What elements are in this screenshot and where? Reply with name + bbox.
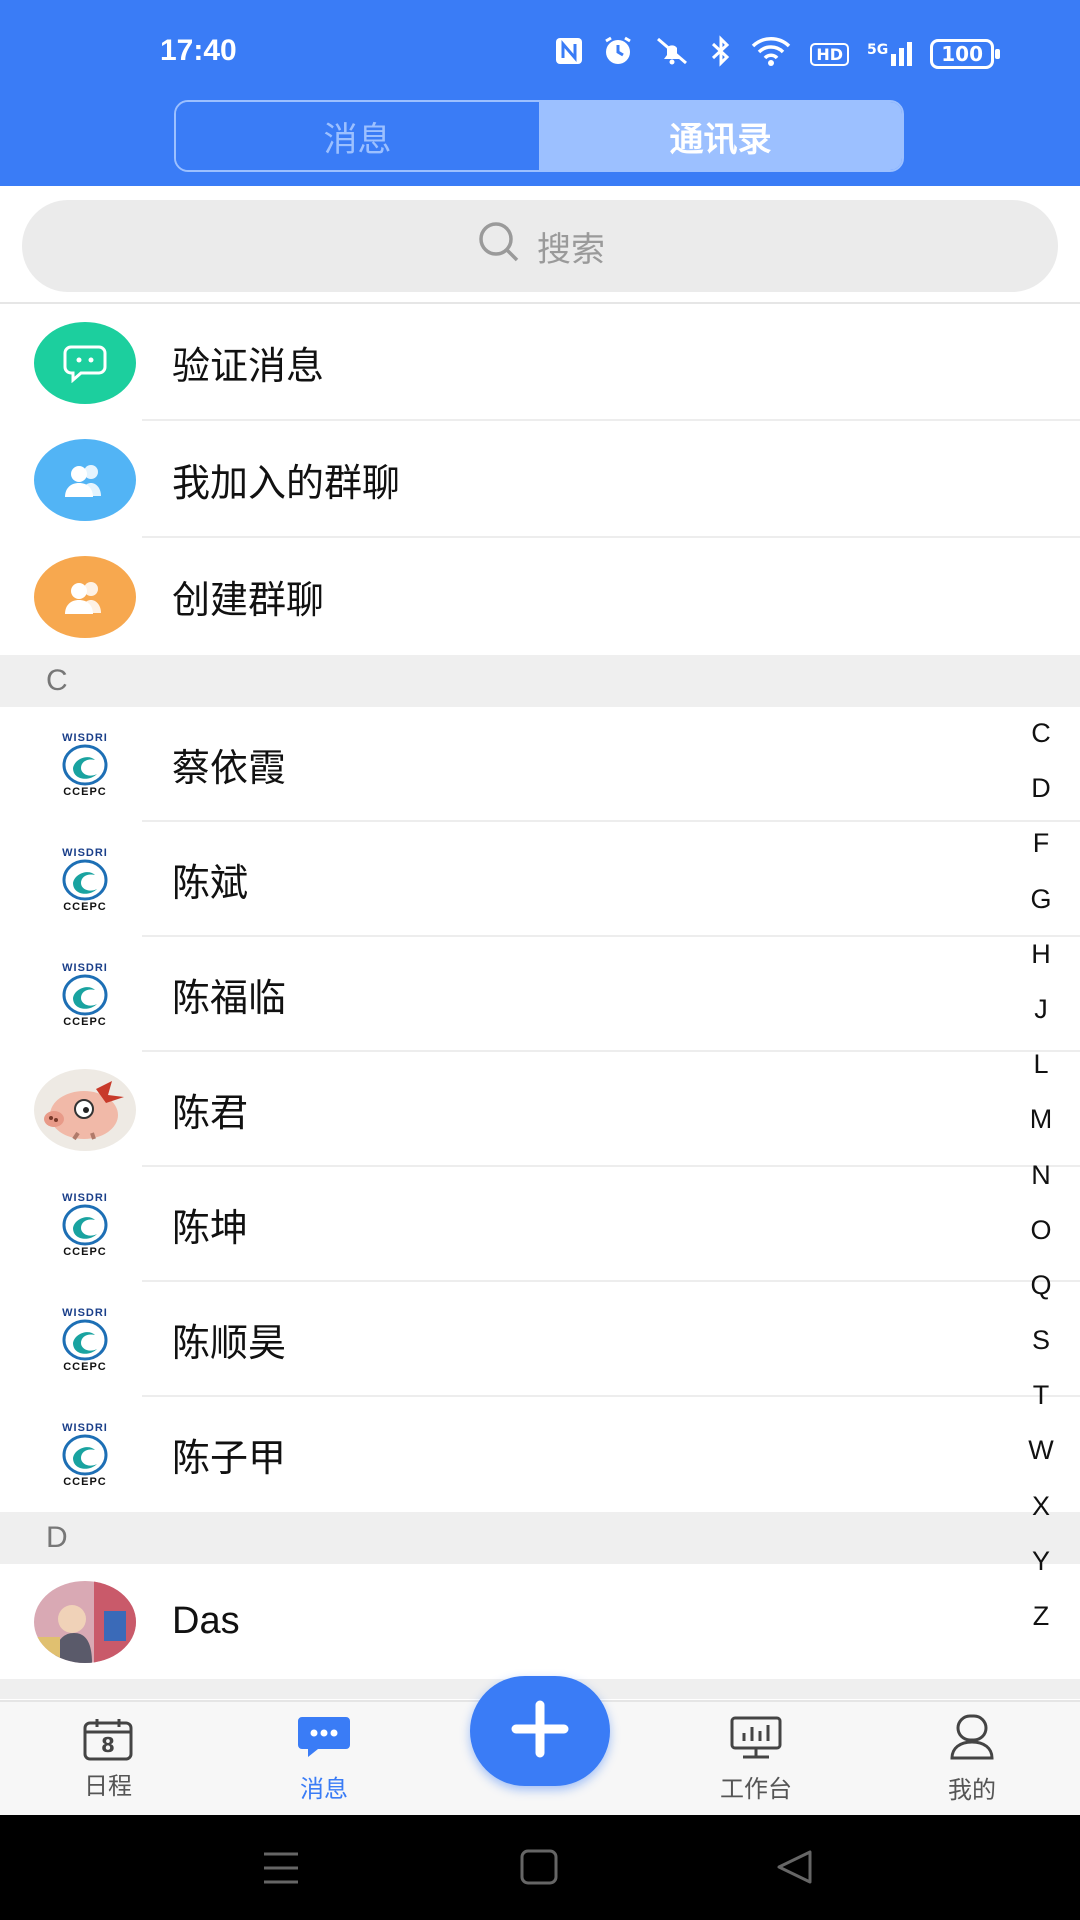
index-letter[interactable]: F — [1033, 816, 1050, 871]
app-header: 17:40 HD 5G 100 消息 通讯录 — [0, 0, 1080, 186]
tab-messages[interactable]: 消息 — [176, 102, 539, 170]
index-letter[interactable]: X — [1032, 1479, 1050, 1534]
contact-name: 陈斌 — [172, 861, 249, 905]
contact-row[interactable]: WISDRI CCEPC 陈顺昊 — [0, 1282, 1080, 1397]
index-letter[interactable]: C — [1031, 706, 1051, 761]
nav-workbench[interactable]: 工作台 — [686, 1702, 826, 1817]
nav-label: 日程 — [84, 1772, 132, 1800]
contact-name: 蔡依霞 — [172, 746, 287, 790]
user-icon — [948, 1714, 996, 1766]
tab-contacts[interactable]: 通讯录 — [539, 102, 902, 170]
index-letter[interactable]: D — [1031, 761, 1051, 816]
add-button[interactable] — [470, 1676, 610, 1786]
contact-name: 陈福临 — [172, 976, 287, 1020]
list-item-label: 我加入的群聊 — [172, 461, 401, 505]
pig-avatar — [34, 1068, 136, 1151]
contact-name: 陈子甲 — [172, 1436, 287, 1480]
plus-icon — [510, 1699, 570, 1763]
index-letter[interactable]: L — [1033, 1037, 1048, 1092]
index-letter[interactable]: T — [1033, 1368, 1050, 1423]
index-letter[interactable]: W — [1028, 1423, 1053, 1478]
nav-schedule[interactable]: 8 日程 — [38, 1702, 178, 1817]
status-time: 17:40 — [160, 34, 237, 67]
bluetooth-icon — [710, 34, 732, 74]
contact-name: 陈君 — [172, 1091, 249, 1135]
search-input[interactable]: 搜索 — [22, 200, 1058, 292]
contact-row[interactable]: WISDRI CCEPC 陈坤 — [0, 1167, 1080, 1282]
company-logo-avatar: WISDRI CCEPC — [62, 961, 108, 1028]
menu-icon[interactable] — [262, 1851, 300, 1889]
nav-label: 消息 — [300, 1775, 348, 1803]
group-icon — [34, 438, 136, 521]
contact-row[interactable]: WISDRI CCEPC 陈子甲 — [0, 1397, 1080, 1512]
alphabet-index[interactable]: C D F G H J L M N O Q S T W X Y Z — [1016, 706, 1066, 1644]
nav-mine[interactable]: 我的 — [902, 1702, 1042, 1817]
nav-messages[interactable]: 消息 — [254, 1702, 394, 1817]
chat-bubble-icon — [34, 321, 136, 404]
nav-label: 工作台 — [720, 1775, 792, 1803]
group-add-icon — [34, 555, 136, 638]
section-header-c: C — [0, 655, 1080, 707]
contact-name: 陈顺昊 — [172, 1321, 287, 1365]
index-letter[interactable]: N — [1031, 1148, 1051, 1203]
search-placeholder: 搜索 — [537, 229, 605, 270]
bell-off-icon — [652, 35, 692, 74]
section-header-d: D — [0, 1512, 1080, 1564]
index-letter[interactable]: O — [1030, 1203, 1051, 1258]
index-letter[interactable]: H — [1031, 927, 1051, 982]
wifi-icon — [750, 35, 792, 74]
contact-row[interactable]: WISDRI CCEPC 蔡依霞 — [0, 707, 1080, 822]
nav-label: 我的 — [948, 1776, 996, 1804]
list-item-create-group[interactable]: 创建群聊 — [0, 538, 1080, 655]
nfc-icon — [554, 36, 584, 73]
contact-name: Das — [172, 1600, 240, 1642]
contact-row[interactable]: Das — [0, 1564, 1080, 1679]
contact-name: 陈坤 — [172, 1206, 249, 1250]
status-icons: HD 5G 100 — [554, 34, 1000, 74]
signal-icon: 5G — [867, 42, 913, 66]
company-logo-avatar: WISDRI CCEPC — [62, 731, 108, 798]
company-logo-avatar: WISDRI CCEPC — [62, 1306, 108, 1373]
contact-row[interactable]: 陈君 — [0, 1052, 1080, 1167]
company-logo-avatar: WISDRI CCEPC — [62, 1191, 108, 1258]
alarm-icon — [602, 35, 634, 74]
index-letter[interactable]: S — [1032, 1313, 1050, 1368]
hd-badge: HD — [810, 42, 850, 66]
dashboard-icon — [729, 1715, 783, 1765]
contact-list: 验证消息 我加入的群聊 创建群聊 C WISDRI CCEPC 蔡依霞 WISD… — [0, 304, 1080, 1699]
battery-indicator: 100 — [930, 39, 1000, 69]
calendar-icon: 8 — [82, 1718, 134, 1762]
index-letter[interactable]: Z — [1033, 1589, 1050, 1644]
message-icon — [296, 1715, 352, 1765]
company-logo-avatar: WISDRI CCEPC — [62, 846, 108, 913]
list-item-label: 验证消息 — [172, 344, 325, 388]
home-icon[interactable] — [520, 1849, 558, 1889]
index-letter[interactable]: G — [1030, 872, 1051, 927]
contact-row[interactable]: WISDRI CCEPC 陈斌 — [0, 822, 1080, 937]
index-letter[interactable]: Q — [1030, 1258, 1051, 1313]
list-item-joined-groups[interactable]: 我加入的群聊 — [0, 421, 1080, 538]
list-item-verification[interactable]: 验证消息 — [0, 304, 1080, 421]
list-item-label: 创建群聊 — [172, 578, 325, 622]
index-letter[interactable]: J — [1034, 982, 1048, 1037]
index-letter[interactable]: M — [1030, 1092, 1053, 1147]
segmented-tabs: 消息 通讯录 — [174, 100, 904, 172]
index-letter[interactable]: Y — [1032, 1534, 1050, 1589]
system-nav-bar — [0, 1815, 1080, 1920]
search-area: 搜索 — [0, 186, 1080, 304]
photo-avatar — [34, 1580, 136, 1663]
contact-row[interactable]: WISDRI CCEPC 陈福临 — [0, 937, 1080, 1052]
company-logo-avatar: WISDRI CCEPC — [62, 1421, 108, 1488]
search-icon — [475, 218, 523, 275]
back-icon[interactable] — [776, 1849, 814, 1889]
